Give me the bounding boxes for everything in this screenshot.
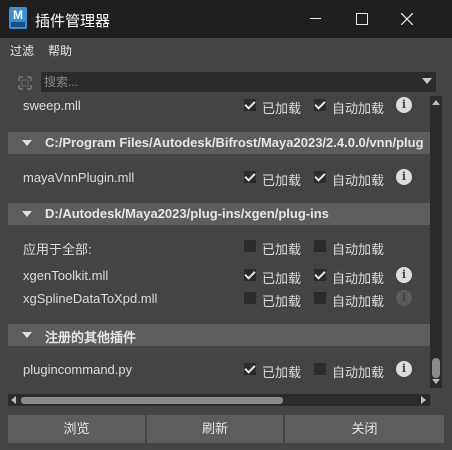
filter-icon[interactable] <box>14 72 36 94</box>
loaded-checkbox[interactable] <box>244 240 256 252</box>
minimize-icon[interactable] <box>292 0 338 38</box>
loaded-checkbox[interactable] <box>244 292 256 304</box>
auto-load-label: 自动加载 <box>332 271 385 286</box>
plugin-name: plugincommand.py <box>23 362 133 377</box>
horizontal-scrollbar[interactable] <box>8 394 430 406</box>
menu-bar: 过滤 帮助 <box>0 38 452 62</box>
info-icon[interactable]: i <box>396 361 412 377</box>
loaded-checkbox[interactable] <box>244 99 256 111</box>
collapse-arrow-icon[interactable] <box>22 140 32 146</box>
scroll-thumb[interactable] <box>21 397 283 404</box>
auto-load-label: 自动加载 <box>332 242 385 257</box>
loaded-checkbox[interactable] <box>244 171 256 183</box>
section-title: C:/Program Files/Autodesk/Bifrost/Maya20… <box>45 135 424 150</box>
loaded-label: 已加载 <box>262 365 302 380</box>
search-input[interactable] <box>44 72 404 92</box>
auto-load-checkbox[interactable] <box>314 363 326 375</box>
loaded-checkbox[interactable] <box>244 269 256 281</box>
apply-to-all-row: 应用于全部: 已加载 自动加载 <box>8 236 430 258</box>
close-icon[interactable] <box>384 0 430 38</box>
dropdown-arrow-icon[interactable] <box>422 78 432 84</box>
plugin-list: sweep.mll 已加载 自动加载 i C:/Program Files/Au… <box>8 96 430 388</box>
info-icon[interactable]: i <box>396 169 412 185</box>
auto-load-label: 自动加载 <box>332 101 385 116</box>
menu-filter[interactable]: 过滤 <box>10 42 34 59</box>
info-icon[interactable]: i <box>396 97 412 113</box>
scroll-thumb[interactable] <box>432 358 440 378</box>
section-header-bifrost[interactable]: C:/Program Files/Autodesk/Bifrost/Maya20… <box>8 132 430 154</box>
close-glyph <box>401 13 413 25</box>
collapse-arrow-icon[interactable] <box>22 211 32 217</box>
filter-glyph <box>18 76 32 90</box>
window-title: 插件管理器 <box>35 13 111 30</box>
plugin-row-mayavnnplugin: mayaVnnPlugin.mll 已加载 自动加载 i <box>8 167 430 189</box>
info-icon: i <box>396 290 412 306</box>
section-title: 注册的其他插件 <box>45 330 137 345</box>
section-header-xgen[interactable]: D:/Autodesk/Maya2023/plug-ins/xgen/plug-… <box>8 203 430 225</box>
auto-load-checkbox[interactable] <box>314 171 326 183</box>
info-icon[interactable]: i <box>396 267 412 283</box>
auto-load-checkbox[interactable] <box>314 99 326 111</box>
auto-load-checkbox[interactable] <box>314 269 326 281</box>
app-icon-badge <box>11 22 25 27</box>
auto-load-label: 自动加载 <box>332 173 385 188</box>
auto-load-label: 自动加载 <box>332 294 385 309</box>
plugin-row-xgentoolkit: xgenToolkit.mll 已加载 自动加载 i <box>8 265 430 287</box>
loaded-label: 已加载 <box>262 242 302 257</box>
auto-load-checkbox[interactable] <box>314 240 326 252</box>
scroll-left-icon[interactable] <box>11 396 16 404</box>
plugin-name: xgenToolkit.mll <box>23 268 109 283</box>
app-icon-letter: M <box>13 8 23 22</box>
scroll-down-icon[interactable] <box>432 379 440 384</box>
plugin-row-plugincommand: plugincommand.py 已加载 自动加载 i <box>8 359 430 381</box>
menu-help[interactable]: 帮助 <box>48 42 72 59</box>
title-bar: M 插件管理器 <box>0 0 452 38</box>
loaded-checkbox[interactable] <box>244 363 256 375</box>
plugin-name: mayaVnnPlugin.mll <box>23 170 135 185</box>
refresh-button[interactable]: 刷新 <box>147 415 283 443</box>
loaded-label: 已加载 <box>262 271 302 286</box>
auto-load-label: 自动加载 <box>332 365 385 380</box>
auto-load-checkbox[interactable] <box>314 292 326 304</box>
loaded-label: 已加载 <box>262 101 302 116</box>
maximize-icon[interactable] <box>338 0 384 38</box>
section-header-other[interactable]: 注册的其他插件 <box>8 324 430 346</box>
close-button[interactable]: 关闭 <box>285 415 444 443</box>
scroll-right-icon[interactable] <box>421 396 426 404</box>
loaded-label: 已加载 <box>262 294 302 309</box>
plugin-name: xgSplineDataToXpd.mll <box>23 291 158 306</box>
plugin-name: sweep.mll <box>23 98 81 113</box>
browse-button[interactable]: 浏览 <box>8 415 145 443</box>
collapse-arrow-icon[interactable] <box>22 332 32 338</box>
vertical-scrollbar[interactable] <box>430 96 442 388</box>
maya-app-icon: M <box>9 7 27 29</box>
apply-to-all-label: 应用于全部: <box>23 242 92 257</box>
plugin-row-sweep: sweep.mll 已加载 自动加载 i <box>8 96 430 117</box>
plugin-row-xgsplinedatatoxpd: xgSplineDataToXpd.mll 已加载 自动加载 i <box>8 288 430 310</box>
section-title: D:/Autodesk/Maya2023/plug-ins/xgen/plug-… <box>45 206 329 221</box>
scroll-up-icon[interactable] <box>432 100 440 105</box>
loaded-label: 已加载 <box>262 173 302 188</box>
